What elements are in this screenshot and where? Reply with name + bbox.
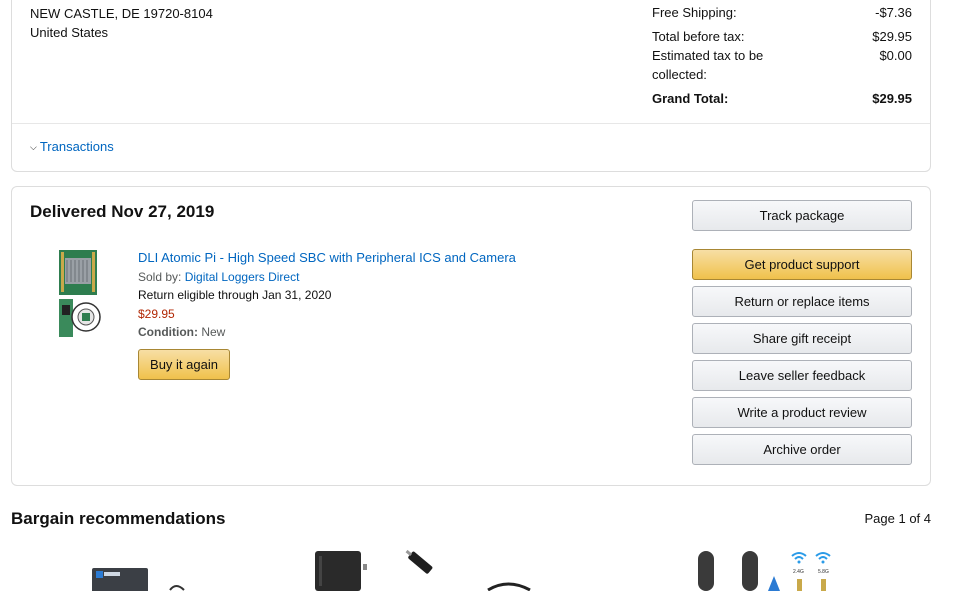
order-actions: Track package Get product support Return… xyxy=(692,200,912,471)
total-before-tax-label: Total before tax: xyxy=(652,29,745,44)
order-summary: Free Shipping: -$7.36 Total before tax: … xyxy=(652,3,912,108)
address-country: United States xyxy=(30,25,109,40)
delivery-status: Delivered Nov 27, 2019 xyxy=(30,202,215,221)
buy-it-again-button[interactable]: Buy it again xyxy=(138,349,230,380)
recommendation-product-3[interactable]: 2.4G 5.8G xyxy=(692,548,842,591)
order-item: DLI Atomic Pi - High Speed SBC with Peri… xyxy=(138,249,516,342)
summary-row-total-before-tax: Total before tax: $29.95 xyxy=(652,27,912,46)
estimated-tax-label: Estimated tax to be collected: xyxy=(652,48,764,82)
condition-label: Condition: xyxy=(138,325,198,339)
track-package-button[interactable]: Track package xyxy=(692,200,912,231)
recommendation-product-1[interactable] xyxy=(90,566,200,591)
return-replace-button[interactable]: Return or replace items xyxy=(692,286,912,317)
sold-by: Sold by: Digital Loggers Direct xyxy=(138,268,516,287)
grand-total-value: $29.95 xyxy=(872,91,912,106)
wifi-band-label-58: 5.8G xyxy=(818,569,829,575)
write-review-button[interactable]: Write a product review xyxy=(692,397,912,428)
product-support-button[interactable]: Get product support xyxy=(692,249,912,280)
item-price: $29.95 xyxy=(138,306,175,321)
seller-link[interactable]: Digital Loggers Direct xyxy=(185,270,300,284)
recommendation-product-2[interactable] xyxy=(310,548,550,591)
total-before-tax-value: $29.95 xyxy=(872,29,912,44)
sold-by-label: Sold by: xyxy=(138,269,182,284)
item-title-link[interactable]: DLI Atomic Pi - High Speed SBC with Peri… xyxy=(138,249,516,268)
summary-row-free-shipping: Free Shipping: -$7.36 xyxy=(652,3,912,22)
transactions-toggle[interactable]: ⌵ Transactions xyxy=(30,139,114,154)
wifi-icon xyxy=(791,552,831,560)
summary-row-estimated-tax: Estimated tax to be collected: $0.00 xyxy=(652,46,912,84)
card-divider xyxy=(12,123,930,124)
seller-feedback-button[interactable]: Leave seller feedback xyxy=(692,360,912,391)
share-gift-receipt-button[interactable]: Share gift receipt xyxy=(692,323,912,354)
condition-value: New xyxy=(201,325,226,339)
free-shipping-label: Free Shipping: xyxy=(652,5,737,20)
address-line-1: NEW CASTLE, DE 19720-8104 xyxy=(30,6,213,21)
grand-total-label: Grand Total: xyxy=(652,91,729,106)
page-indicator: Page 1 of 4 xyxy=(864,511,932,526)
archive-order-button[interactable]: Archive order xyxy=(692,434,912,465)
estimated-tax-value: $0.00 xyxy=(879,48,912,63)
shipping-address: NEW CASTLE, DE 19720-8104 United States xyxy=(30,4,213,42)
free-shipping-value: -$7.36 xyxy=(875,5,912,20)
chevron-down-icon: ⌵ xyxy=(30,142,37,152)
wifi-band-label-24: 2.4G xyxy=(793,569,804,575)
summary-row-grand-total: Grand Total: $29.95 xyxy=(652,89,912,108)
item-condition: Condition: New xyxy=(138,323,516,342)
product-thumbnail[interactable] xyxy=(56,247,102,339)
return-eligibility: Return eligible through Jan 31, 2020 xyxy=(138,288,332,302)
recommendations-title: Bargain recommendations xyxy=(11,509,226,528)
transactions-label: Transactions xyxy=(39,139,114,154)
